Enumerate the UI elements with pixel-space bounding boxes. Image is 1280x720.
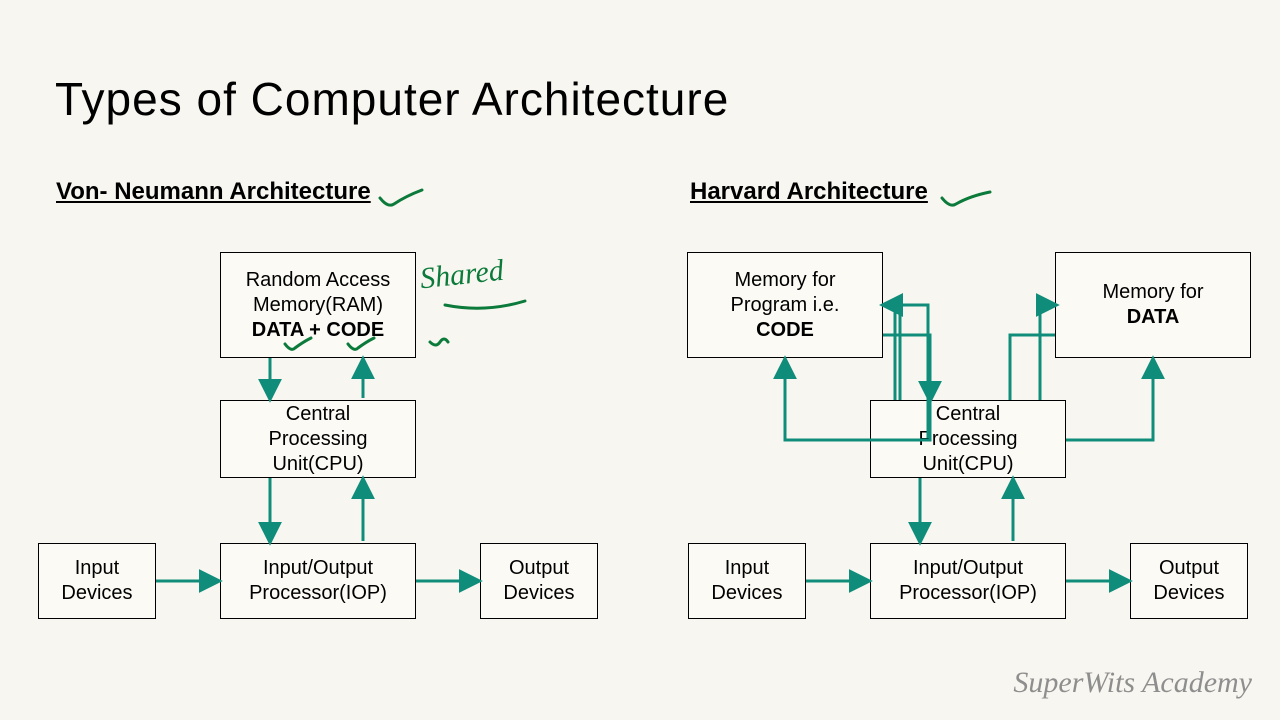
vn-cpu-line2: Processing (269, 427, 368, 452)
hv-iop-l1: Input/Output (913, 556, 1023, 581)
hv-cpu-box: Central Processing Unit(CPU) (870, 400, 1066, 478)
hv-cpu-l3: Unit(CPU) (922, 452, 1013, 477)
hv-output-l2: Devices (1153, 581, 1224, 606)
hv-iop-box: Input/Output Processor(IOP) (870, 543, 1066, 619)
vn-ram-line2: Memory(RAM) (253, 293, 383, 318)
hv-code-l1: Memory for (734, 268, 835, 293)
hv-data-l2: DATA (1127, 305, 1180, 330)
vn-cpu-line1: Central (286, 402, 350, 427)
vn-output-l1: Output (509, 556, 569, 581)
page-title: Types of Computer Architecture (55, 72, 729, 126)
vn-iop-box: Input/Output Processor(IOP) (220, 543, 416, 619)
hv-input-box: Input Devices (688, 543, 806, 619)
vn-iop-l1: Input/Output (263, 556, 373, 581)
diagram-stage: Types of Computer Architecture Von- Neum… (0, 0, 1280, 720)
hv-data-mem-box: Memory for DATA (1055, 252, 1251, 358)
vn-input-l2: Devices (61, 581, 132, 606)
vn-iop-l2: Processor(IOP) (249, 581, 387, 606)
vn-output-box: Output Devices (480, 543, 598, 619)
hv-cpu-l2: Processing (919, 427, 1018, 452)
vn-cpu-box: Central Processing Unit(CPU) (220, 400, 416, 478)
hv-cpu-l1: Central (936, 402, 1000, 427)
vn-ram-box: Random Access Memory(RAM) DATA + CODE (220, 252, 416, 358)
vn-cpu-line3: Unit(CPU) (272, 452, 363, 477)
hv-input-l1: Input (725, 556, 769, 581)
hv-code-mem-box: Memory for Program i.e. CODE (687, 252, 883, 358)
vn-ram-line3: DATA + CODE (252, 318, 384, 343)
von-neumann-heading: Von- Neumann Architecture (56, 178, 371, 206)
hv-code-l3: CODE (756, 318, 814, 343)
hv-iop-l2: Processor(IOP) (899, 581, 1037, 606)
shared-annotation: Shared (418, 254, 505, 297)
harvard-heading: Harvard Architecture (690, 178, 928, 206)
vn-input-l1: Input (75, 556, 119, 581)
hv-output-box: Output Devices (1130, 543, 1248, 619)
hv-code-l2: Program i.e. (731, 293, 840, 318)
hv-data-l1: Memory for (1102, 280, 1203, 305)
hv-input-l2: Devices (711, 581, 782, 606)
vn-ram-line1: Random Access (246, 268, 391, 293)
vn-output-l2: Devices (503, 581, 574, 606)
watermark: SuperWits Academy (1013, 666, 1252, 700)
hv-output-l1: Output (1159, 556, 1219, 581)
vn-input-box: Input Devices (38, 543, 156, 619)
